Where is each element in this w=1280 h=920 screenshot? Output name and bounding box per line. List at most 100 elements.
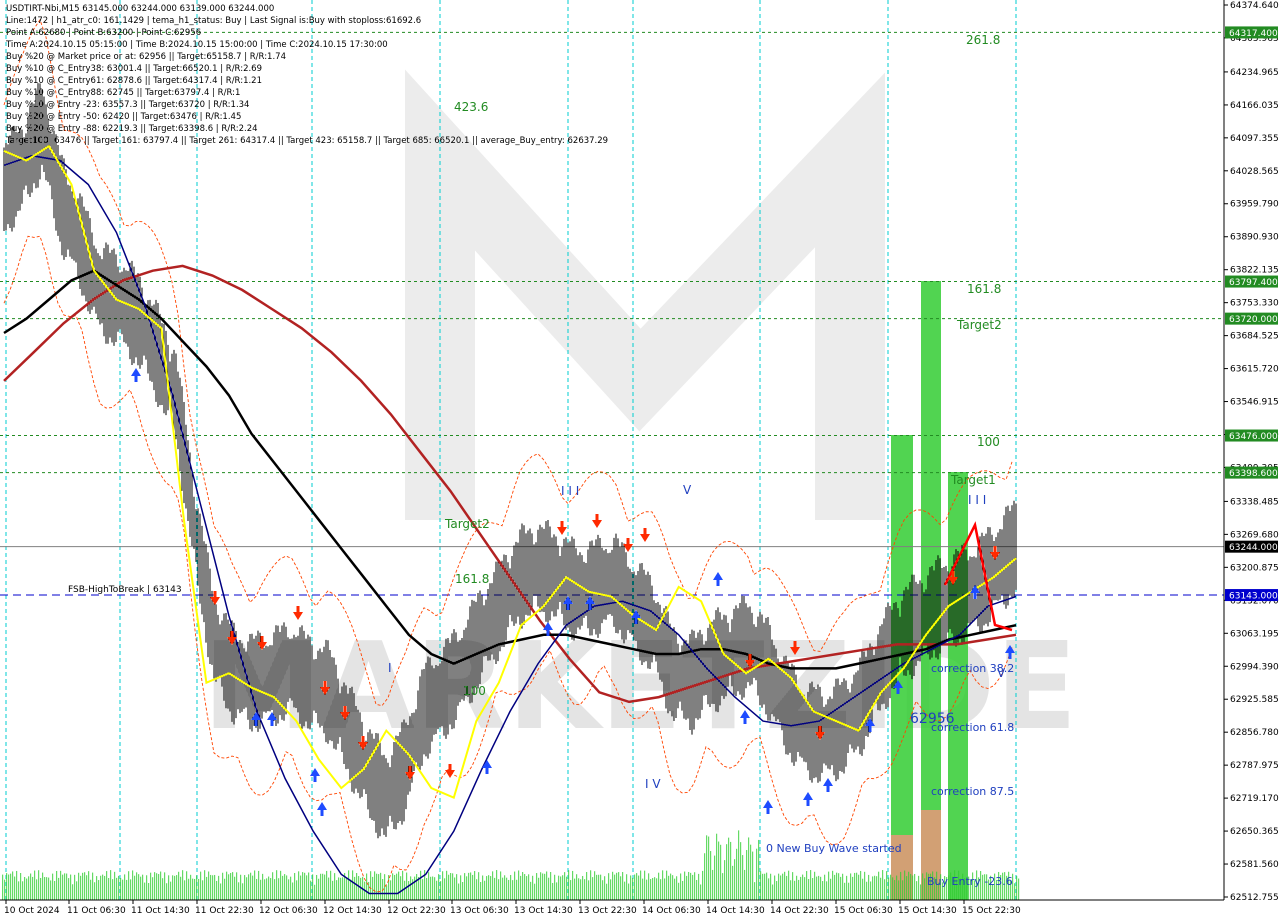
volume-bar <box>426 877 428 900</box>
volume-bar <box>594 871 596 900</box>
volume-bar <box>504 875 506 900</box>
volume-bar <box>206 876 208 900</box>
volume-bar <box>578 878 580 900</box>
wave-count-label: V <box>997 666 1006 680</box>
fib-label: 161.8 <box>967 282 1001 296</box>
volume-bar <box>484 880 486 900</box>
volume-bar <box>176 875 178 900</box>
volume-bar <box>432 876 434 900</box>
volume-bar <box>648 873 650 900</box>
volume-bar <box>142 874 144 900</box>
volume-bar <box>398 871 400 900</box>
x-tick-label: 13 Oct 22:30 <box>578 906 637 916</box>
volume-bar <box>906 876 908 900</box>
volume-bar <box>148 882 150 900</box>
volume-bar <box>150 872 152 900</box>
fib-label: Target1 <box>950 473 996 487</box>
volume-bar <box>332 880 334 900</box>
volume-bar <box>622 872 624 900</box>
volume-bar <box>182 870 184 900</box>
volume-bar <box>664 878 666 900</box>
volume-bar <box>298 871 300 900</box>
volume-bar <box>376 873 378 900</box>
volume-bar <box>458 883 460 900</box>
volume-bar <box>128 871 130 900</box>
info-line: Buy %10 @ C_Entry38: 63001.4 || Target:6… <box>6 64 262 74</box>
wave-label: 0 New Buy Wave started <box>766 842 902 855</box>
volume-bar <box>316 874 318 900</box>
volume-bar <box>416 874 418 900</box>
volume-bar <box>14 876 16 900</box>
volume-bar <box>174 875 176 900</box>
volume-bar <box>202 880 204 900</box>
volume-bar <box>58 877 60 900</box>
volume-bar <box>10 873 12 900</box>
y-tick-label: 63890.930 <box>1230 233 1279 243</box>
volume-bar <box>16 870 18 900</box>
volume-bar <box>506 877 508 900</box>
volume-bar <box>628 883 630 900</box>
volume-bar <box>210 874 212 900</box>
volume-bar <box>796 875 798 900</box>
volume-bar <box>192 878 194 900</box>
volume-bar <box>720 844 722 900</box>
volume-bar <box>254 870 256 900</box>
volume-bar <box>682 880 684 900</box>
volume-bar <box>724 860 726 900</box>
price-level-tag-label: 63244.000 <box>1229 543 1278 553</box>
volume-bar <box>264 879 266 900</box>
volume-bar <box>374 871 376 900</box>
volume-bar <box>198 878 200 900</box>
volume-bar <box>56 870 58 900</box>
volume-bar <box>580 879 582 900</box>
volume-bar <box>874 875 876 900</box>
volume-bar <box>122 879 124 900</box>
volume-bar <box>844 882 846 900</box>
wave-count-label: I <box>388 661 392 675</box>
volume-bar <box>710 851 712 900</box>
volume-bar <box>656 878 658 900</box>
volume-bar <box>178 871 180 900</box>
volume-bar <box>816 876 818 900</box>
volume-bar <box>828 871 830 900</box>
volume-bar <box>278 878 280 900</box>
volume-bar <box>92 872 94 900</box>
volume-bar <box>322 873 324 900</box>
y-tick-label: 62512.755 <box>1230 893 1279 903</box>
volume-bar <box>144 882 146 900</box>
volume-bar <box>250 872 252 900</box>
volume-bar <box>542 873 544 900</box>
volume-bar <box>436 880 438 900</box>
info-line: Time A:2024.10.15 05:15:00 | Time B:2024… <box>6 40 388 50</box>
volume-bar <box>788 870 790 900</box>
volume-bar <box>6 873 8 900</box>
volume-bar <box>890 874 892 900</box>
volume-bar <box>244 875 246 900</box>
volume-bar <box>714 855 716 900</box>
volume-bar <box>80 875 82 900</box>
volume-bar <box>818 875 820 900</box>
volume-bar <box>266 878 268 900</box>
volume-bar <box>190 874 192 900</box>
volume-bar <box>756 848 758 900</box>
volume-bar <box>540 872 542 900</box>
volume-bar <box>908 871 910 900</box>
volume-bar <box>276 870 278 900</box>
y-tick-label: 63269.680 <box>1230 530 1279 540</box>
volume-bar <box>444 878 446 900</box>
volume-bar <box>42 872 44 900</box>
volume-bar <box>20 873 22 900</box>
volume-bar <box>590 870 592 900</box>
volume-bar <box>614 874 616 900</box>
volume-bar <box>468 872 470 900</box>
volume-bar <box>686 875 688 900</box>
volume-bar <box>612 871 614 900</box>
volume-bar <box>194 878 196 900</box>
volume-bar <box>672 875 674 900</box>
volume-bar <box>858 874 860 900</box>
volume-bar <box>800 876 802 900</box>
y-tick-label: 63753.330 <box>1230 299 1279 309</box>
volume-bar <box>314 884 316 900</box>
volume-bar <box>900 871 902 900</box>
volume-bar <box>420 870 422 900</box>
